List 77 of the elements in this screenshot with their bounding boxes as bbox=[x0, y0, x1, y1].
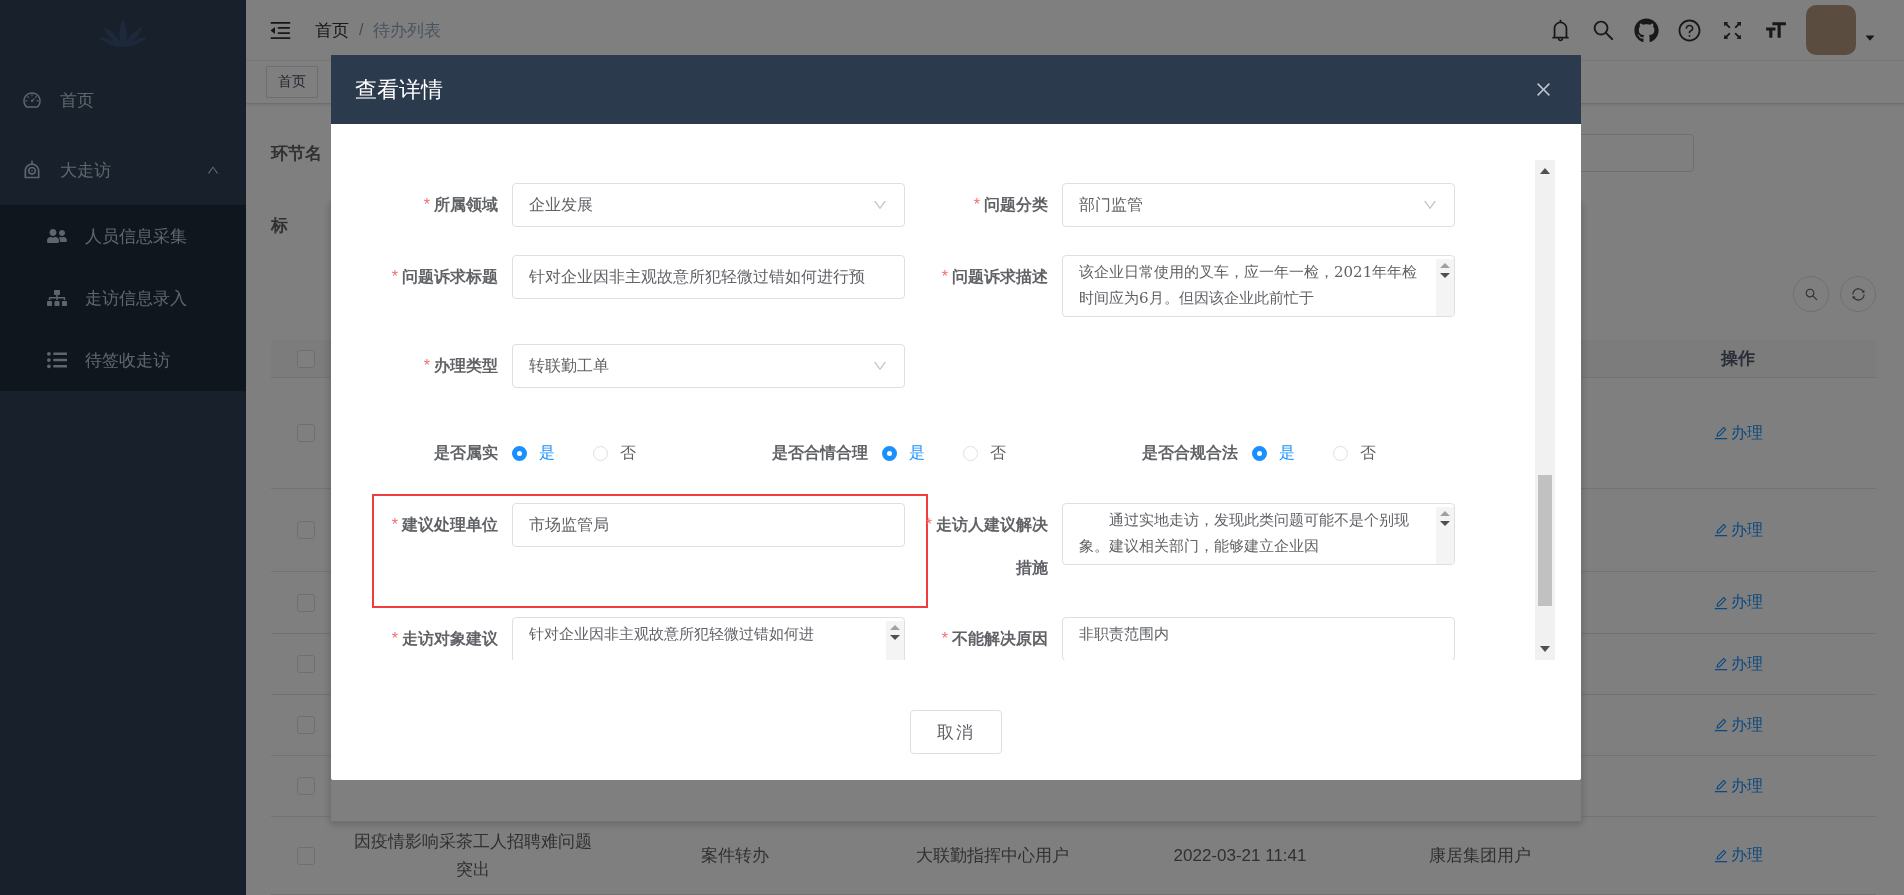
scroll-arrows-icon[interactable] bbox=[890, 625, 900, 641]
dashboard-icon bbox=[22, 90, 42, 110]
pencil-icon bbox=[1713, 778, 1729, 794]
textarea-scrollbar[interactable] bbox=[1436, 507, 1454, 564]
github-icon[interactable] bbox=[1634, 17, 1659, 43]
breadcrumb-item[interactable]: 首页 bbox=[315, 18, 349, 42]
scrollbar[interactable] bbox=[1535, 160, 1555, 660]
text-area[interactable]: 该企业日常使用的叉车，应一年一检，2021年年检时间应为6月。但因该企业此前忙于 bbox=[1062, 255, 1455, 317]
field-label: 是否合情合理 bbox=[771, 443, 868, 463]
table-cell-text: 康居集团用户 bbox=[1429, 844, 1531, 867]
field-label: * 办理类型 bbox=[422, 356, 498, 376]
close-icon[interactable] bbox=[1534, 80, 1553, 99]
column-header: 操作 bbox=[1721, 348, 1755, 370]
radio-option[interactable]: 是 bbox=[1252, 442, 1295, 464]
pencil-icon bbox=[1713, 522, 1729, 538]
table-cell-text: 大联勤指挥中心用户 bbox=[916, 844, 1069, 867]
select-field[interactable]: 企业发展 bbox=[512, 183, 905, 227]
filter-label: 环节名 bbox=[271, 142, 322, 165]
sidebar-subitem[interactable]: 待签收走访 bbox=[0, 329, 246, 391]
avatar-placeholder[interactable] bbox=[1806, 5, 1856, 55]
table-cell-text: 2022-03-21 11:41 bbox=[1173, 844, 1307, 867]
pencil-icon bbox=[1713, 656, 1729, 672]
list-icon bbox=[47, 350, 67, 370]
scroll-arrows-icon[interactable] bbox=[1440, 263, 1450, 279]
text-area[interactable]: 通过实地走访，发现此类问题可能不是个别现象。建议相关部门，能够建立企业因 bbox=[1062, 503, 1455, 565]
scroll-arrows-icon[interactable] bbox=[1440, 511, 1450, 527]
help-icon[interactable] bbox=[1677, 17, 1702, 43]
select-field[interactable]: 部门监管 bbox=[1062, 183, 1455, 227]
search-icon bbox=[1803, 286, 1819, 302]
sitemap-icon bbox=[47, 288, 67, 308]
text-area[interactable]: 针对企业因非主观故意所犯轻微过错如何进 bbox=[512, 617, 905, 660]
field-label: 是否属实 bbox=[433, 443, 498, 463]
radio-option[interactable]: 是 bbox=[512, 442, 555, 464]
input-field[interactable]: 针对企业因非主观故意所犯轻微过错如何进行预 bbox=[512, 255, 905, 299]
select-field[interactable]: 转联勤工单 bbox=[512, 344, 905, 388]
field-label: * 所属领域 bbox=[422, 195, 498, 215]
field-label: * 走访对象建议 bbox=[390, 629, 498, 649]
handle-link[interactable]: 办理 bbox=[1713, 845, 1763, 866]
textarea-scrollbar[interactable] bbox=[1436, 259, 1454, 316]
radio-option[interactable]: 否 bbox=[963, 442, 1006, 464]
cancel-button[interactable]: 取消 bbox=[910, 710, 1002, 754]
field-label: * 不能解决原因 bbox=[940, 629, 1048, 649]
text-area[interactable]: 非职责范围内 bbox=[1062, 617, 1455, 660]
field-label: 是否合规合法 bbox=[1141, 443, 1238, 463]
tab-tag[interactable]: 首页 bbox=[266, 66, 318, 98]
input-field[interactable]: 市场监管局 bbox=[512, 503, 905, 547]
sidebar-item[interactable]: 大走访 bbox=[0, 135, 246, 205]
search-button[interactable] bbox=[1793, 276, 1829, 312]
handle-link[interactable]: 办理 bbox=[1713, 775, 1763, 797]
refresh-button[interactable] bbox=[1840, 276, 1876, 312]
pencil-icon bbox=[1713, 717, 1729, 733]
robot-icon bbox=[22, 160, 42, 180]
handle-link[interactable]: 办理 bbox=[1713, 592, 1763, 613]
pencil-icon bbox=[1713, 847, 1729, 864]
sidebar-subitem[interactable]: 走访信息录入 bbox=[0, 267, 246, 329]
radio-option[interactable]: 否 bbox=[593, 442, 636, 464]
sidebar-subitem[interactable]: 人员信息采集 bbox=[0, 205, 246, 267]
sidebar-item[interactable]: 首页 bbox=[0, 65, 246, 135]
dialog-title: 查看详情 bbox=[355, 75, 443, 104]
field-label: * 问题诉求标题 bbox=[390, 267, 498, 287]
pencil-icon bbox=[1713, 594, 1729, 611]
refresh-icon bbox=[1850, 286, 1866, 302]
table-cell-text: 因疫情影响采茶工人招聘难问题突出 bbox=[352, 831, 593, 881]
filter-label: 标 bbox=[271, 214, 288, 237]
table-cell-text: 案件转办 bbox=[701, 844, 769, 867]
pencil-icon bbox=[1713, 425, 1729, 441]
field-label: * 问题诉求描述 bbox=[940, 267, 1048, 287]
radio-option[interactable]: 否 bbox=[1333, 442, 1376, 464]
field-label: * 建议处理单位 bbox=[390, 515, 498, 535]
handle-link[interactable]: 办理 bbox=[1713, 653, 1763, 675]
breadcrumb-separator: / bbox=[359, 21, 364, 39]
handle-link[interactable]: 办理 bbox=[1713, 422, 1763, 444]
radio-option[interactable]: 是 bbox=[882, 442, 925, 464]
users-icon bbox=[47, 226, 67, 246]
handle-link[interactable]: 办理 bbox=[1713, 519, 1763, 541]
handle-link[interactable]: 办理 bbox=[1713, 714, 1763, 736]
field-label: * 问题分类 bbox=[972, 195, 1048, 215]
